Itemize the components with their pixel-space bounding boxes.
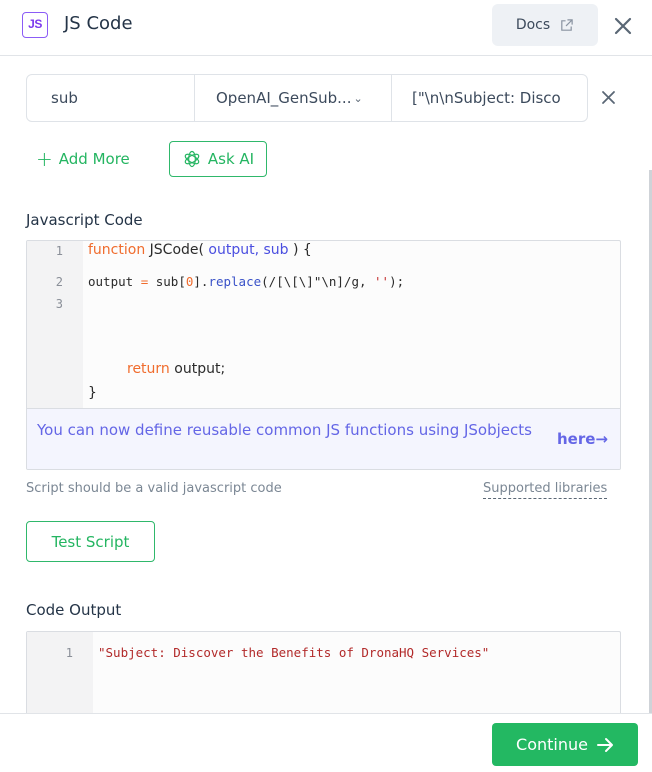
keyword: function bbox=[88, 242, 146, 258]
modal-title: JS Code bbox=[64, 13, 133, 34]
output-value: "Subject: Discover the Benefits of Drona… bbox=[98, 645, 490, 660]
code-output-label: Code Output bbox=[26, 601, 122, 619]
helper-text: Script should be a valid javascript code bbox=[26, 481, 282, 496]
code-token: (/[\[\]"\n]/g, bbox=[261, 274, 375, 289]
code-token: ); bbox=[389, 274, 405, 289]
line-number: 1 bbox=[65, 646, 73, 660]
arrow-right-icon bbox=[596, 737, 613, 752]
continue-button[interactable]: Continue bbox=[492, 723, 638, 766]
code-token: output bbox=[88, 274, 141, 289]
line-number: 3 bbox=[55, 297, 63, 311]
editor-gutter: 1 2 3 bbox=[27, 241, 83, 408]
close-icon[interactable] bbox=[611, 14, 635, 38]
keyword: return bbox=[127, 361, 170, 377]
add-more-label: Add More bbox=[58, 150, 130, 168]
modal-header: JS JS Code Docs bbox=[0, 0, 652, 56]
ask-ai-button[interactable]: Ask AI bbox=[169, 141, 267, 177]
modal-footer: Continue bbox=[0, 713, 652, 772]
code-token: ) { bbox=[288, 242, 312, 258]
code-token: '' bbox=[374, 274, 390, 289]
supported-libraries-link[interactable]: Supported libraries bbox=[483, 481, 608, 499]
js-icon: JS bbox=[22, 12, 48, 38]
function-params: output, sub bbox=[208, 242, 289, 258]
hint-text: You can now define reusable common JS fu… bbox=[37, 421, 532, 439]
code-line: return output; bbox=[127, 361, 225, 377]
code-line: function JSCode( output, sub ) { bbox=[88, 242, 312, 258]
external-link-icon bbox=[561, 18, 573, 31]
param-name: sub bbox=[51, 89, 78, 107]
openai-icon bbox=[184, 150, 200, 168]
code-token: ]. bbox=[193, 274, 209, 289]
code-line: output = sub[0].replace(/[\[\]"\n]/g, ''… bbox=[88, 274, 404, 289]
plus-icon: + bbox=[36, 147, 53, 171]
modal-body: sub OpenAI_GenSub... ⌄ ["\n\nSubject: Dis… bbox=[0, 57, 652, 713]
test-script-button[interactable]: Test Script bbox=[26, 521, 155, 562]
code-output-box: 1 "Subject: Discover the Benefits of Dro… bbox=[26, 631, 621, 713]
param-name-input[interactable]: sub bbox=[27, 75, 195, 121]
code-token: sub[ bbox=[148, 274, 186, 289]
param-source-select[interactable]: OpenAI_GenSub... ⌄ bbox=[195, 75, 392, 121]
function-name: JSCode( bbox=[145, 242, 209, 258]
param-source: OpenAI_GenSub... bbox=[216, 89, 352, 107]
chevron-down-icon: ⌄ bbox=[353, 91, 363, 105]
code-token: } bbox=[88, 385, 97, 401]
ask-ai-label: Ask AI bbox=[207, 150, 255, 168]
javascript-code-label: Javascript Code bbox=[26, 211, 143, 229]
output-gutter: 1 bbox=[27, 632, 93, 713]
code-token: output; bbox=[169, 361, 226, 377]
line-number: 1 bbox=[55, 244, 63, 258]
hint-link[interactable]: here→ bbox=[557, 430, 608, 448]
line-number: 2 bbox=[55, 275, 63, 289]
code-line: } bbox=[88, 385, 97, 401]
remove-param-icon[interactable] bbox=[598, 87, 620, 109]
param-value: ["\n\nSubject: Disco bbox=[412, 89, 561, 107]
continue-label: Continue bbox=[516, 735, 588, 754]
code-token: replace bbox=[208, 274, 262, 289]
docs-button[interactable]: Docs bbox=[492, 4, 598, 46]
param-value-input[interactable]: ["\n\nSubject: Disco bbox=[392, 75, 587, 121]
docs-label: Docs bbox=[515, 17, 551, 33]
code-editor[interactable]: 1 2 3 function JSCode( output, sub ) { o… bbox=[26, 240, 621, 470]
param-row: sub OpenAI_GenSub... ⌄ ["\n\nSubject: Dis… bbox=[26, 74, 588, 122]
add-more-button[interactable]: + Add More bbox=[36, 147, 130, 171]
jsobjects-hint: You can now define reusable common JS fu… bbox=[27, 408, 620, 469]
